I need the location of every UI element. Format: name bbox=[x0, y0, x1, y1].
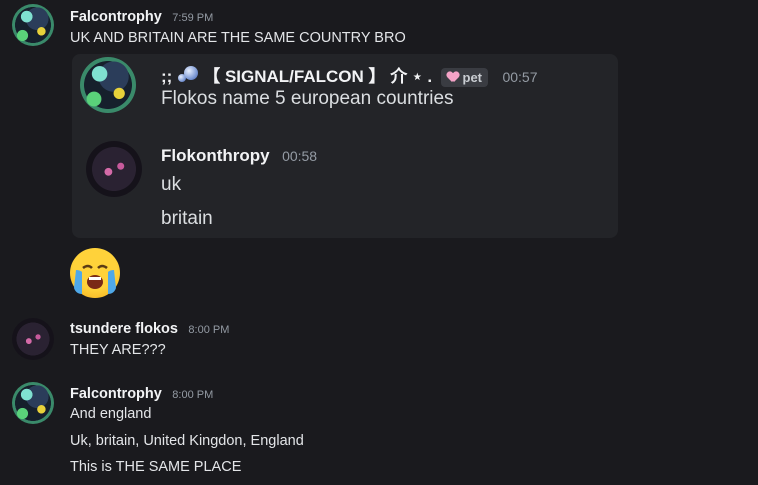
avatar[interactable] bbox=[12, 4, 54, 46]
avatar[interactable] bbox=[12, 318, 54, 360]
username: 【 SIGNAL/FALCON 】 介 ⋆ . bbox=[203, 67, 433, 86]
message-header: tsundere flokos 8:00 PM bbox=[70, 320, 229, 338]
timestamp: 8:00 PM bbox=[188, 324, 230, 336]
message-text: britain bbox=[161, 208, 213, 229]
message-text: This is THE SAME PLACE bbox=[70, 459, 242, 475]
username[interactable]: tsundere flokos bbox=[70, 321, 178, 337]
pet-tag: pet bbox=[440, 68, 488, 87]
timestamp: 00:58 bbox=[282, 148, 318, 164]
message-image-embed[interactable]: ;; 【 SIGNAL/FALCON 】 介 ⋆ . pet 00:57 Flo… bbox=[72, 54, 618, 238]
embed-header: Flokonthropy 00:58 bbox=[161, 146, 317, 166]
message-text: Flokos name 5 european countries bbox=[161, 88, 454, 109]
tag-label: pet bbox=[462, 70, 483, 85]
timestamp: 00:57 bbox=[502, 69, 538, 85]
username[interactable]: Falcontrophy bbox=[70, 386, 162, 402]
heart-icon bbox=[447, 72, 459, 83]
message-text: Uk, britain, United Kingdon, England bbox=[70, 433, 304, 449]
bubbles-icon bbox=[177, 65, 199, 85]
embed-header: ;; 【 SIGNAL/FALCON 】 介 ⋆ . pet 00:57 bbox=[161, 62, 538, 87]
message-text: THEY ARE??? bbox=[70, 342, 166, 358]
avatar bbox=[80, 57, 136, 113]
username[interactable]: Falcontrophy bbox=[70, 9, 162, 25]
avatar bbox=[86, 141, 142, 197]
message-text: And england bbox=[70, 406, 152, 422]
username: Flokonthropy bbox=[161, 146, 270, 165]
message-text: uk bbox=[161, 174, 182, 195]
crying-face-icon bbox=[70, 248, 120, 298]
username-prefix: ;; bbox=[161, 67, 173, 86]
avatar[interactable] bbox=[12, 382, 54, 424]
message-header: Falcontrophy 7:59 PM bbox=[70, 8, 213, 26]
timestamp: 7:59 PM bbox=[172, 12, 214, 24]
message-header: Falcontrophy 8:00 PM bbox=[70, 385, 213, 403]
timestamp: 8:00 PM bbox=[172, 389, 214, 401]
message-text: UK AND BRITAIN ARE THE SAME COUNTRY BRO bbox=[70, 30, 406, 46]
